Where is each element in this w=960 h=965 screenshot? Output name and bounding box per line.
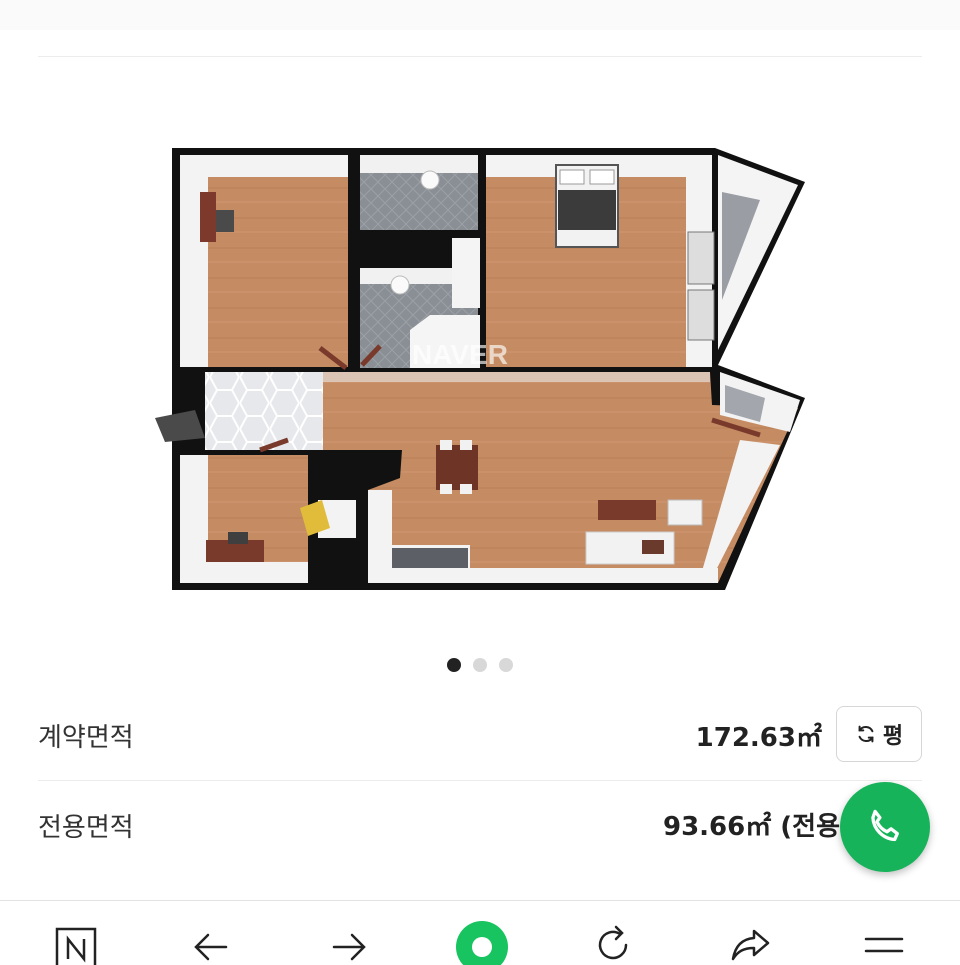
floor-plan-image[interactable]: NAVER [0,120,960,620]
naver-watermark: NAVER [412,339,508,370]
carousel-dot[interactable] [473,658,487,672]
browser-bottom-bar [0,900,960,965]
entrance [205,372,323,450]
phone-icon [863,805,907,849]
contract-area-value: 172.63㎡ [695,722,822,753]
forward-arrow-icon[interactable] [326,921,370,965]
contract-area-label: 계약면적 [38,722,134,753]
call-button[interactable] [840,782,930,872]
carousel-indicator [0,658,960,672]
contract-area-row: 계약면적 172.63㎡ 평 [38,690,922,781]
share-icon[interactable] [728,921,772,965]
next-row-peek [38,888,922,900]
exclusive-area-value-container: 93.66㎡ (전용률 [0,780,840,870]
unit-toggle-label: 평 [882,724,904,749]
back-arrow-icon[interactable] [190,921,234,965]
menu-icon[interactable] [862,921,906,965]
green-dot-icon[interactable] [456,921,508,965]
exclusive-area-value: 93.66㎡ (전용률 [663,812,840,842]
carousel-dot[interactable] [499,658,513,672]
divider [38,56,922,57]
unit-toggle-button[interactable]: 평 [836,706,922,762]
refresh-icon [855,723,877,745]
top-bar [0,0,960,30]
naver-home-icon[interactable] [54,921,98,965]
carousel-dot[interactable] [447,658,461,672]
refresh-icon[interactable] [592,921,636,965]
